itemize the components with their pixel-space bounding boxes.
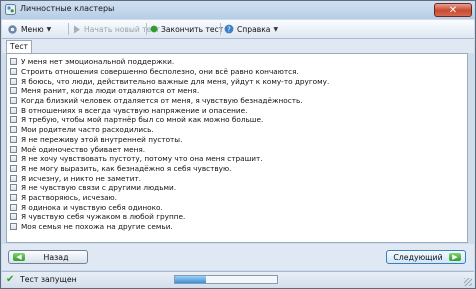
question-row[interactable]: Когда близкий человек отдаляется от меня… — [10, 96, 464, 106]
question-text: У меня нет эмоциональной поддержки. — [21, 57, 175, 67]
help-button[interactable]: ? Справка ▼ — [224, 23, 278, 35]
status-bar: ✔ Тест запущен — [2, 271, 474, 288]
question-checkbox[interactable] — [10, 116, 17, 124]
back-label: Назад — [43, 252, 69, 262]
close-button[interactable]: ✕ — [434, 3, 472, 17]
question-checkbox[interactable] — [10, 164, 17, 172]
question-row[interactable]: У меня нет эмоциональной поддержки. — [10, 57, 464, 67]
question-text: Я не могу выразить, как безнадёжно я себ… — [21, 163, 232, 173]
question-row[interactable]: Я боюсь, что люди, действительно важные … — [10, 76, 464, 86]
question-text: Я не чувствую связи с другими людьми. — [21, 183, 177, 193]
svg-text:?: ? — [227, 26, 231, 34]
app-window: Личностные кластеры ✕ Меню ▼ Начать новы… — [0, 0, 476, 289]
tab-strip: Тест — [2, 39, 474, 53]
status-text: Тест запущен — [20, 275, 77, 284]
question-checkbox[interactable] — [10, 203, 17, 211]
question-text: Меня ранит, когда люди отдаляются от мен… — [21, 86, 200, 96]
question-row[interactable]: Я исчезну, и никто не заметит. — [10, 173, 464, 183]
progress-fill — [175, 276, 206, 283]
question-checkbox[interactable] — [10, 126, 17, 134]
toolbar-divider — [220, 23, 221, 35]
question-checkbox[interactable] — [10, 145, 17, 153]
next-label: Следующий — [393, 252, 443, 262]
question-checkbox[interactable] — [10, 174, 17, 182]
question-row[interactable]: Я растворяюсь, исчезаю. — [10, 193, 464, 203]
question-list: У меня нет эмоциональной поддержки. Строи… — [10, 57, 464, 231]
progress-bar — [174, 275, 278, 284]
app-logo-icon — [5, 4, 16, 15]
title-bar[interactable]: Личностные кластеры ✕ — [1, 1, 475, 19]
question-checkbox[interactable] — [10, 155, 17, 163]
question-checkbox[interactable] — [10, 223, 17, 231]
question-checkbox[interactable] — [10, 193, 17, 201]
question-checkbox[interactable] — [10, 184, 17, 192]
question-row[interactable]: Мои родители часто расходились. — [10, 125, 464, 135]
question-row[interactable]: Моя семья не похожа на другие семьи. — [10, 222, 464, 232]
green-dot-icon — [150, 25, 158, 33]
question-text: Мои родители часто расходились. — [21, 125, 154, 135]
help-label: Справка — [237, 24, 271, 34]
question-checkbox[interactable] — [10, 87, 17, 95]
toolbar-divider — [68, 23, 69, 35]
question-text: Строить отношения совершенно бесполезно,… — [21, 67, 299, 77]
navigation-bar: ◀ Назад Следующий ▶ — [2, 244, 474, 270]
question-row[interactable]: Я не хочу чувствовать пустоту, потому чт… — [10, 154, 464, 164]
question-checkbox[interactable] — [10, 135, 17, 143]
question-checkbox[interactable] — [10, 106, 17, 114]
questions-panel: У меня нет эмоциональной поддержки. Строи… — [6, 53, 468, 243]
toolbar-divider — [146, 23, 147, 35]
question-text: Я не хочу чувствовать пустоту, потому чт… — [21, 154, 263, 164]
question-text: Я боюсь, что люди, действительно важные … — [21, 76, 330, 86]
question-row[interactable]: Я одинока и чувствую себя одиноко. — [10, 202, 464, 212]
question-row[interactable]: В отношениях я всегда чувствую напряжени… — [10, 105, 464, 115]
question-checkbox[interactable] — [10, 213, 17, 221]
question-text: В отношениях я всегда чувствую напряжени… — [21, 105, 248, 115]
question-checkbox[interactable] — [10, 68, 17, 76]
arrow-right-icon: ▶ — [449, 253, 461, 261]
new-test-label: Начать новый тест — [84, 24, 160, 34]
question-text: Я исчезну, и никто не заметит. — [21, 173, 142, 183]
question-checkbox[interactable] — [10, 58, 17, 66]
question-row[interactable]: Я не могу выразить, как безнадёжно я себ… — [10, 164, 464, 174]
question-row[interactable]: Моё одиночество убивает меня. — [10, 144, 464, 154]
question-text: Когда близкий человек отдаляется от меня… — [21, 96, 303, 106]
question-row[interactable]: Я требую, чтобы мой партнёр был со мной … — [10, 115, 464, 125]
window-title: Личностные кластеры — [20, 4, 115, 13]
question-row[interactable]: Строить отношения совершенно бесполезно,… — [10, 67, 464, 77]
question-checkbox[interactable] — [10, 97, 17, 105]
tab-test[interactable]: Тест — [6, 40, 32, 53]
finish-test-label: Закончить тест — [161, 24, 224, 34]
question-row[interactable]: Меня ранит, когда люди отдаляются от мен… — [10, 86, 464, 96]
chevron-down-icon: ▼ — [46, 25, 52, 33]
resize-grip[interactable] — [464, 278, 472, 286]
question-row[interactable]: Я не переживу этой внутренней пустоты. — [10, 135, 464, 145]
question-row[interactable]: Я не чувствую связи с другими людьми. — [10, 183, 464, 193]
check-icon: ✔ — [6, 274, 15, 285]
back-button[interactable]: ◀ Назад — [8, 250, 88, 264]
menu-label: Меню — [21, 24, 44, 34]
question-text: Я требую, чтобы мой партнёр был со мной … — [21, 115, 264, 125]
question-text: Моя семья не похожа на другие семьи. — [21, 222, 173, 232]
arrow-left-icon: ◀ — [13, 253, 25, 261]
question-row[interactable]: Я чувствую себя чужаком в любой группе. — [10, 212, 464, 222]
toolbar: Меню ▼ Начать новый тест Закончить тест … — [2, 20, 474, 39]
next-button[interactable]: Следующий ▶ — [386, 250, 466, 264]
chevron-down-icon: ▼ — [273, 25, 279, 33]
question-text: Я одинока и чувствую себя одиноко. — [21, 202, 163, 212]
menu-button[interactable]: Меню ▼ — [7, 23, 51, 35]
question-text: Я не переживу этой внутренней пустоты. — [21, 134, 183, 144]
question-text: Я чувствую себя чужаком в любой группе. — [21, 212, 186, 222]
question-text: Я растворяюсь, исчезаю. — [21, 192, 118, 202]
question-text: Моё одиночество убивает меня. — [21, 144, 146, 154]
play-icon — [74, 25, 80, 33]
help-icon: ? — [224, 24, 234, 34]
gear-icon — [8, 24, 17, 34]
finish-test-button[interactable]: Закончить тест — [150, 23, 223, 35]
question-checkbox[interactable] — [10, 77, 17, 85]
